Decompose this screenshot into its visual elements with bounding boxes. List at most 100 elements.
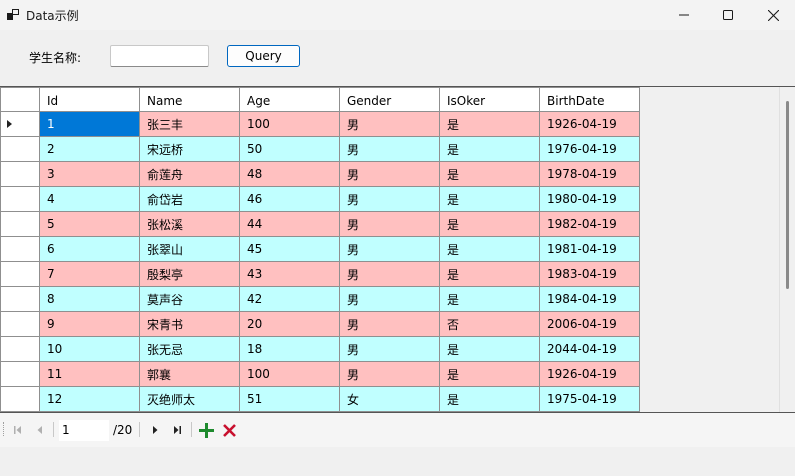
column-header-age[interactable]: Age xyxy=(239,87,340,112)
cell-id[interactable]: 11 xyxy=(39,361,140,387)
row-header[interactable] xyxy=(0,311,40,337)
cell-birthdate[interactable]: 1981-04-19 xyxy=(539,236,640,262)
cell-id[interactable]: 1 xyxy=(39,111,140,137)
cell-birthdate[interactable]: 1982-04-19 xyxy=(539,211,640,237)
cell-birthdate[interactable]: 1926-04-19 xyxy=(539,361,640,387)
row-header[interactable] xyxy=(0,361,40,387)
cell-birthdate[interactable]: 1983-04-19 xyxy=(539,261,640,287)
cell-age[interactable]: 100 xyxy=(239,361,340,387)
cell-birthdate[interactable]: 1976-04-19 xyxy=(539,136,640,162)
cell-gender[interactable]: 男 xyxy=(339,311,440,337)
column-header-isoker[interactable]: IsOker xyxy=(439,87,540,112)
cell-age[interactable]: 45 xyxy=(239,236,340,262)
move-previous-button[interactable] xyxy=(31,421,49,439)
table-row[interactable]: 4 俞岱岩 46 男是 1980-04-19 xyxy=(0,186,640,212)
cell-gender[interactable]: 男 xyxy=(339,136,440,162)
cell-id[interactable]: 8 xyxy=(39,286,140,312)
cell-birthdate[interactable]: 2006-04-19 xyxy=(539,311,640,337)
cell-name[interactable]: 宋青书 xyxy=(139,311,240,337)
cell-name[interactable]: 莫声谷 xyxy=(139,286,240,312)
column-header-id[interactable]: Id xyxy=(39,87,140,112)
cell-gender[interactable]: 男 xyxy=(339,361,440,387)
cell-name[interactable]: 郭襄 xyxy=(139,361,240,387)
cell-id[interactable]: 2 xyxy=(39,136,140,162)
table-row[interactable]: 9 宋青书 20 男否 2006-04-19 xyxy=(0,311,640,337)
scrollbar-thumb[interactable] xyxy=(786,101,789,289)
position-input[interactable]: 1 xyxy=(59,420,109,441)
cell-isoker[interactable]: 否 xyxy=(439,311,540,337)
column-header-birthdate[interactable]: BirthDate xyxy=(539,87,640,112)
table-row[interactable]: 11 郭襄 100 男是 1926-04-19 xyxy=(0,361,640,387)
vertical-scrollbar[interactable] xyxy=(779,87,795,412)
cell-age[interactable]: 48 xyxy=(239,161,340,187)
cell-isoker[interactable]: 是 xyxy=(439,386,540,412)
row-header[interactable] xyxy=(0,111,40,137)
cell-birthdate[interactable]: 1984-04-19 xyxy=(539,286,640,312)
cell-age[interactable]: 46 xyxy=(239,186,340,212)
cell-birthdate[interactable]: 1978-04-19 xyxy=(539,161,640,187)
cell-birthdate[interactable]: 1975-04-19 xyxy=(539,386,640,412)
cell-gender[interactable]: 男 xyxy=(339,161,440,187)
row-header[interactable] xyxy=(0,236,40,262)
cell-age[interactable]: 51 xyxy=(239,386,340,412)
cell-gender[interactable]: 男 xyxy=(339,111,440,137)
cell-age[interactable]: 20 xyxy=(239,311,340,337)
table-row[interactable]: 2 宋远桥 50 男是 1976-04-19 xyxy=(0,136,640,162)
cell-id[interactable]: 5 xyxy=(39,211,140,237)
row-header-corner[interactable] xyxy=(0,87,40,112)
row-header[interactable] xyxy=(0,186,40,212)
cell-name[interactable]: 张松溪 xyxy=(139,211,240,237)
add-new-button[interactable] xyxy=(197,421,215,439)
cell-id[interactable]: 12 xyxy=(39,386,140,412)
cell-gender[interactable]: 男 xyxy=(339,236,440,262)
table-row[interactable]: 10 张无忌 18 男是 2044-04-19 xyxy=(0,336,640,362)
cell-isoker[interactable]: 是 xyxy=(439,286,540,312)
cell-age[interactable]: 44 xyxy=(239,211,340,237)
cell-birthdate[interactable]: 2044-04-19 xyxy=(539,336,640,362)
maximize-button[interactable] xyxy=(705,0,751,30)
cell-id[interactable]: 4 xyxy=(39,186,140,212)
cell-id[interactable]: 10 xyxy=(39,336,140,362)
cell-isoker[interactable]: 是 xyxy=(439,261,540,287)
table-row[interactable]: 6 张翠山 45 男是 1981-04-19 xyxy=(0,236,640,262)
cell-age[interactable]: 100 xyxy=(239,111,340,137)
delete-button[interactable] xyxy=(220,421,238,439)
cell-age[interactable]: 42 xyxy=(239,286,340,312)
row-header[interactable] xyxy=(0,211,40,237)
cell-gender[interactable]: 女 xyxy=(339,386,440,412)
data-grid[interactable]: Id Name Age Gender IsOker BirthDate 1 张三丰 100 男是… xyxy=(0,87,795,412)
cell-name[interactable]: 张翠山 xyxy=(139,236,240,262)
table-row[interactable]: 1 张三丰 100 男是 1926-04-19 xyxy=(0,111,640,137)
cell-birthdate[interactable]: 1926-04-19 xyxy=(539,111,640,137)
cell-name[interactable]: 俞岱岩 xyxy=(139,186,240,212)
cell-name[interactable]: 张三丰 xyxy=(139,111,240,137)
cell-name[interactable]: 俞莲舟 xyxy=(139,161,240,187)
cell-isoker[interactable]: 是 xyxy=(439,361,540,387)
cell-isoker[interactable]: 是 xyxy=(439,111,540,137)
row-header[interactable] xyxy=(0,136,40,162)
cell-name[interactable]: 宋远桥 xyxy=(139,136,240,162)
row-header[interactable] xyxy=(0,161,40,187)
move-last-button[interactable] xyxy=(168,421,186,439)
cell-isoker[interactable]: 是 xyxy=(439,236,540,262)
row-header[interactable] xyxy=(0,286,40,312)
cell-isoker[interactable]: 是 xyxy=(439,161,540,187)
cell-age[interactable]: 18 xyxy=(239,336,340,362)
cell-name[interactable]: 灭绝师太 xyxy=(139,386,240,412)
student-name-input[interactable] xyxy=(110,45,209,67)
toolbar-grip[interactable] xyxy=(3,422,5,436)
table-row[interactable]: 12 灭绝师太 51 女是 1975-04-19 xyxy=(0,386,640,412)
cell-gender[interactable]: 男 xyxy=(339,261,440,287)
cell-gender[interactable]: 男 xyxy=(339,286,440,312)
table-row[interactable]: 7 殷梨亭 43 男是 1983-04-19 xyxy=(0,261,640,287)
table-row[interactable]: 3 俞莲舟 48 男是 1978-04-19 xyxy=(0,161,640,187)
row-header[interactable] xyxy=(0,386,40,412)
cell-gender[interactable]: 男 xyxy=(339,211,440,237)
cell-isoker[interactable]: 是 xyxy=(439,336,540,362)
cell-age[interactable]: 43 xyxy=(239,261,340,287)
cell-gender[interactable]: 男 xyxy=(339,336,440,362)
move-next-button[interactable] xyxy=(146,421,164,439)
column-header-name[interactable]: Name xyxy=(139,87,240,112)
cell-age[interactable]: 50 xyxy=(239,136,340,162)
cell-id[interactable]: 7 xyxy=(39,261,140,287)
